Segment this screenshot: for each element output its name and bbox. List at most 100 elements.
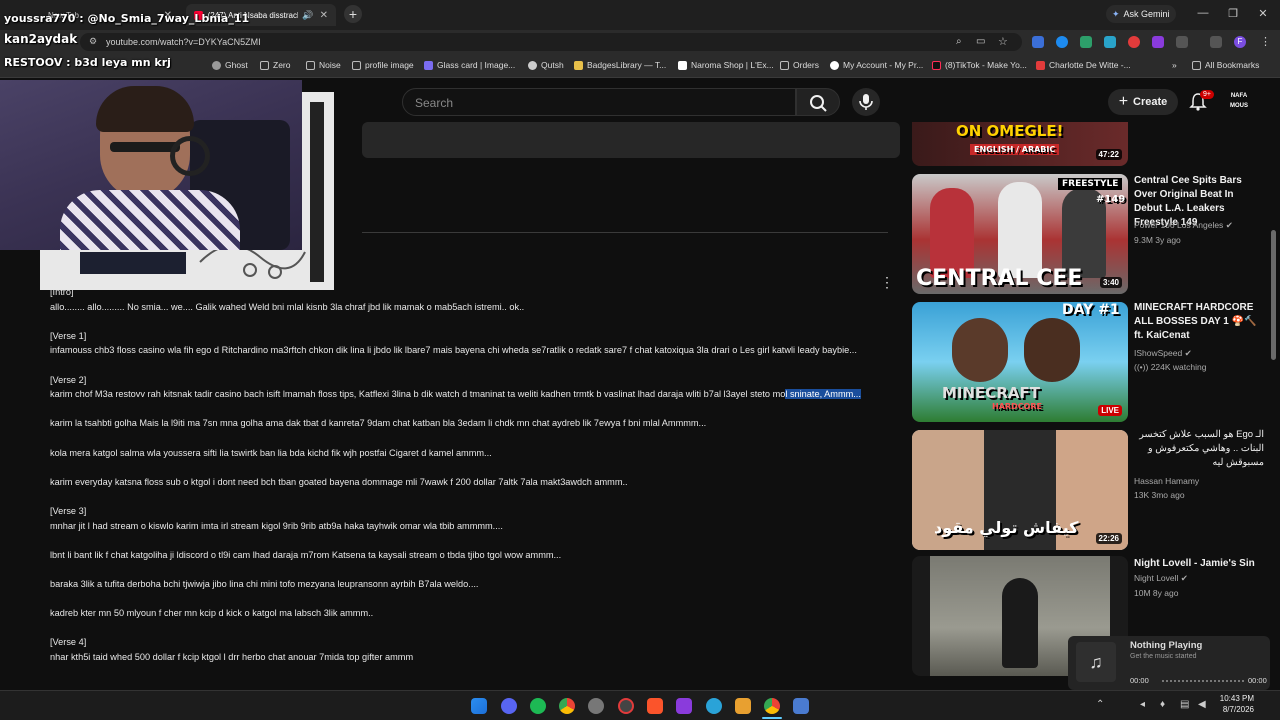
bookmark-star-icon[interactable]: ☆ bbox=[998, 35, 1008, 48]
tray-chevron-icon[interactable]: ⌃ bbox=[1096, 699, 1104, 710]
video-title[interactable]: Night Lovell - Jamie's Sin bbox=[1134, 557, 1264, 571]
bookmark-item[interactable]: Glass card | Image... bbox=[424, 60, 515, 70]
create-button[interactable]: + Create bbox=[1108, 89, 1178, 115]
bookmark-item[interactable]: Noise bbox=[306, 60, 341, 70]
create-label: Create bbox=[1133, 96, 1168, 108]
ask-gemini-button[interactable]: ✦ Ask Gemini bbox=[1106, 5, 1176, 23]
bookmark-item[interactable]: Orders bbox=[780, 60, 819, 70]
video-meta: ((•)) 224K watching bbox=[1134, 362, 1207, 372]
page-scrollbar[interactable] bbox=[1271, 230, 1276, 360]
app-icon[interactable] bbox=[793, 698, 809, 714]
close-window-icon[interactable]: ✕ bbox=[1256, 7, 1270, 20]
info-panel bbox=[362, 122, 900, 158]
video-thumbnail[interactable]: FREESTYLE #149 CENTRAL CEE 3:40 bbox=[912, 174, 1128, 294]
folder-icon bbox=[1192, 60, 1201, 70]
channel-name[interactable]: Night Lovell ✔ bbox=[1134, 573, 1188, 584]
channel-name[interactable]: IShowSpeed ✔ bbox=[1134, 348, 1192, 359]
lyrics-heading: [Verse 3] bbox=[50, 505, 87, 516]
search-placeholder: Search bbox=[415, 96, 454, 110]
spotify-icon[interactable] bbox=[530, 698, 546, 714]
more-options-icon[interactable]: ⋮ bbox=[880, 274, 894, 291]
tray-app-icon[interactable]: ◂ bbox=[1140, 699, 1145, 710]
qutsh-icon bbox=[528, 60, 537, 70]
speaker-icon[interactable]: 🔊 bbox=[302, 10, 313, 21]
lyrics-text: karim chof M3a restovv rah kitsnak tadir… bbox=[50, 389, 786, 400]
chrome-icon[interactable] bbox=[559, 698, 575, 714]
clock-date: 8/7/2026 bbox=[1222, 705, 1254, 714]
glasses bbox=[110, 142, 180, 152]
mic-tray-icon[interactable]: ♦ bbox=[1160, 699, 1165, 710]
menu-dots-icon[interactable]: ⋮ bbox=[1260, 35, 1271, 48]
voice-search-button[interactable] bbox=[852, 88, 880, 116]
all-bookmarks[interactable]: All Bookmarks bbox=[1192, 60, 1259, 70]
puzzle-icon[interactable] bbox=[1176, 36, 1188, 48]
video-title[interactable]: MINECRAFT HARDCORE ALL BOSSES DAY 1 🍄🔨 f… bbox=[1134, 301, 1264, 343]
lyrics-heading: [Verse 1] bbox=[50, 330, 87, 341]
sidebar-icon[interactable] bbox=[1210, 36, 1222, 48]
bookmark-item[interactable]: Qutsh bbox=[528, 60, 564, 70]
extension-icon[interactable] bbox=[1152, 36, 1164, 48]
bookmark-item[interactable]: Charlotte De Witte -... bbox=[1036, 60, 1131, 70]
address-bar[interactable]: ⚙ youtube.com/watch?v=DYKYaCN5ZMI ⌕ ▭ ☆ bbox=[80, 33, 1022, 51]
bookmark-item[interactable]: (8)TikTok - Make Yo... bbox=[932, 60, 1027, 70]
thumbnail-tag: FREESTYLE bbox=[1058, 178, 1123, 190]
lyrics-line: infamouss chb3 floss casino wla fih ego … bbox=[50, 345, 857, 356]
more-bookmarks-icon[interactable]: » bbox=[1172, 60, 1177, 70]
video-thumbnail[interactable]: ON OMEGLE! ENGLISH / ARABIC 47:22 bbox=[912, 122, 1128, 166]
music-progress-track[interactable] bbox=[1162, 680, 1244, 682]
maximize-icon[interactable]: ❐ bbox=[1226, 7, 1240, 20]
chrome-icon[interactable] bbox=[764, 698, 780, 714]
search-input[interactable]: Search bbox=[402, 88, 796, 116]
ghost-icon bbox=[212, 60, 221, 70]
charlotte-icon bbox=[1036, 60, 1045, 70]
bookmark-item[interactable]: Zero bbox=[260, 60, 290, 70]
chat-overlay-line-2: RESTOOV : b3d leya mn krj bbox=[4, 56, 171, 69]
video-title[interactable]: الـ Ego هو السبب علاش كتخسر البنات .. وه… bbox=[1134, 428, 1264, 470]
cast-icon[interactable]: ▭ bbox=[976, 36, 985, 47]
extension-icon[interactable] bbox=[1128, 36, 1140, 48]
video-thumbnail[interactable]: DAY #1 MINECRAFT HARDCORE LIVE bbox=[912, 302, 1128, 422]
account-icon bbox=[830, 60, 839, 70]
search-button[interactable] bbox=[796, 88, 840, 116]
system-clock[interactable]: 10:43 PM 8/7/2026 bbox=[1214, 693, 1254, 715]
browser-toolbar: ⚙ youtube.com/watch?v=DYKYaCN5ZMI ⌕ ▭ ☆ … bbox=[0, 30, 1280, 54]
extension-icon[interactable] bbox=[1104, 36, 1116, 48]
app-icon[interactable] bbox=[676, 698, 692, 714]
channel-name[interactable]: Hassan Hamamy bbox=[1134, 476, 1199, 486]
extension-icon[interactable] bbox=[1056, 36, 1068, 48]
bookmark-item[interactable]: Naroma Shop | L'Ex... bbox=[678, 60, 774, 70]
video-thumbnail[interactable]: كيفاش تولي مقود 22:26 bbox=[912, 430, 1128, 550]
bookmark-item[interactable]: profile image bbox=[352, 60, 414, 70]
lyrics-heading: [Verse 2] bbox=[50, 374, 87, 385]
extension-icon[interactable] bbox=[1080, 36, 1092, 48]
close-icon[interactable]: ✕ bbox=[320, 10, 328, 21]
profile-avatar[interactable]: F bbox=[1234, 36, 1246, 48]
new-tab-button[interactable]: + bbox=[344, 5, 362, 23]
discord-icon[interactable] bbox=[501, 698, 517, 714]
webcam-overlay bbox=[0, 80, 302, 250]
bookmark-item[interactable]: My Account - My Pr... bbox=[830, 60, 923, 70]
brave-icon[interactable] bbox=[647, 698, 663, 714]
site-info-icon[interactable]: ⚙ bbox=[89, 36, 97, 47]
extension-icon[interactable] bbox=[1032, 36, 1044, 48]
app-icon[interactable] bbox=[735, 698, 751, 714]
bookmarks-bar: Ghost Zero Noise profile image Glass car… bbox=[0, 54, 1280, 78]
telegram-icon[interactable] bbox=[706, 698, 722, 714]
url-text: youtube.com/watch?v=DYKYaCN5ZMI bbox=[106, 37, 261, 47]
youtube-avatar[interactable]: NAFA MOUS bbox=[1228, 91, 1250, 111]
windows-start-icon[interactable] bbox=[471, 698, 487, 714]
network-icon[interactable]: ▤ bbox=[1180, 699, 1189, 710]
video-meta: 9.3M 3y ago bbox=[1134, 235, 1181, 245]
obs-icon[interactable] bbox=[588, 698, 604, 714]
person-silhouette bbox=[1002, 578, 1038, 668]
app-icon[interactable] bbox=[618, 698, 634, 714]
channel-name[interactable]: Power 106 Los Angeles ✔ bbox=[1134, 220, 1233, 231]
bookmark-item[interactable]: Ghost bbox=[212, 60, 248, 70]
bookmark-item[interactable]: BadgesLibrary — T... bbox=[574, 60, 666, 70]
minimize-icon[interactable]: — bbox=[1196, 7, 1210, 19]
video-meta: 10M 8y ago bbox=[1134, 588, 1179, 598]
zoom-icon[interactable]: ⌕ bbox=[956, 36, 962, 47]
gemini-icon: ✦ bbox=[1112, 8, 1120, 19]
volume-icon[interactable]: ◀ bbox=[1198, 699, 1206, 710]
thumbnail-subtext: ENGLISH / ARABIC bbox=[970, 144, 1060, 155]
